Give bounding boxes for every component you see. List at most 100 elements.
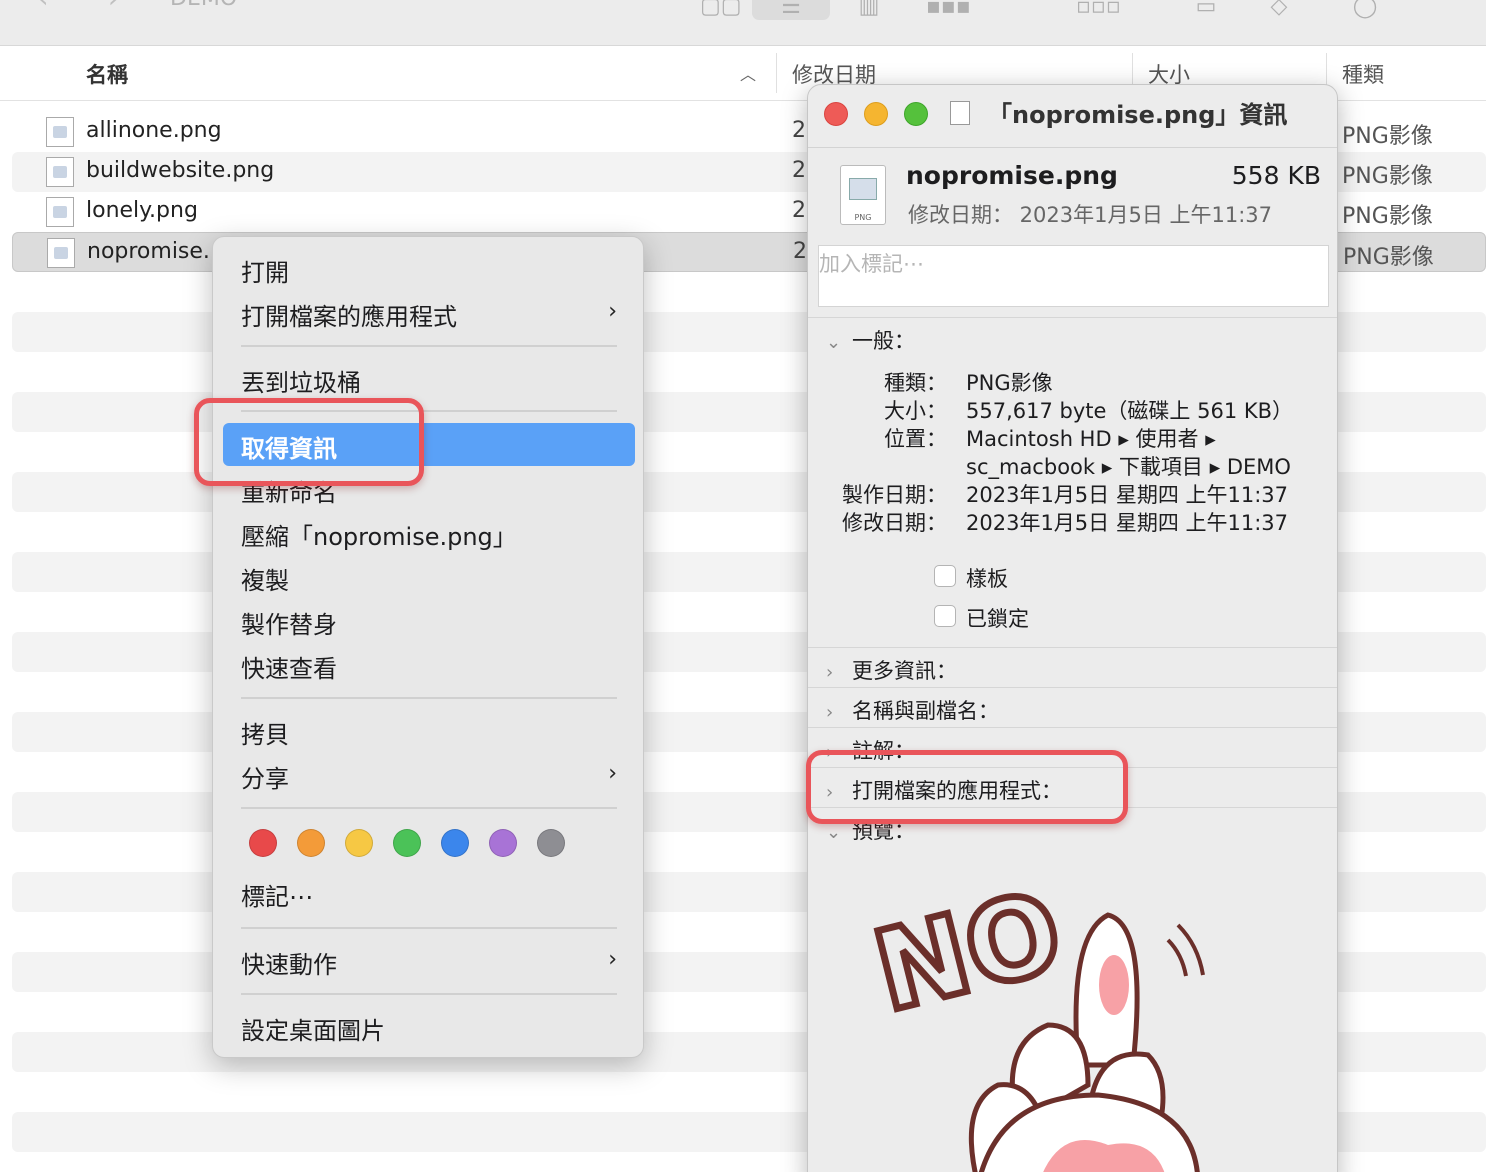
chevron-down-icon: ⌄ xyxy=(826,822,842,843)
section-name-extension[interactable]: › 名稱與副檔名： xyxy=(826,695,999,725)
list-view-icon[interactable]: ☰ xyxy=(752,0,830,20)
png-file-icon xyxy=(47,238,75,268)
icon-view-icon[interactable]: ▢▢ xyxy=(700,0,742,20)
chevron-right-icon: › xyxy=(826,702,834,723)
file-name: lonely.png xyxy=(86,198,198,223)
modified-label: 修改日期： xyxy=(842,511,947,535)
back-button[interactable]: ‹ xyxy=(38,0,48,14)
zoom-button[interactable] xyxy=(904,102,928,126)
menu-item-duplicate[interactable]: 複製 xyxy=(241,561,289,596)
forward-button[interactable]: › xyxy=(108,0,118,14)
preview-no-text: NO xyxy=(868,885,1074,1036)
chevron-right-icon: › xyxy=(608,947,617,972)
preview-illustration: NO xyxy=(859,864,1205,1172)
file-date: 2 xyxy=(793,239,807,264)
finder-toolbar: ‹ › DEMO ▢▢ ☰ ▥ ▪▪▪ ▫▫▫ ▭ ◇ ◯ xyxy=(0,0,1486,46)
icon-label: PNG xyxy=(854,213,872,222)
tag-gray[interactable] xyxy=(537,829,565,857)
menu-item-tags[interactable]: 標記⋯ xyxy=(241,877,313,912)
png-file-icon xyxy=(950,101,970,125)
section-more-info[interactable]: › 更多資訊： xyxy=(826,655,957,685)
file-name: buildwebsite.png xyxy=(86,158,275,183)
menu-item-quick-actions[interactable]: 快速動作 xyxy=(241,945,337,980)
menu-separator xyxy=(241,993,617,995)
column-name-header[interactable]: 名稱 xyxy=(86,59,128,89)
callout-highlight-open-with xyxy=(806,750,1128,824)
menu-item-copy[interactable]: 拷貝 xyxy=(241,715,289,750)
where-value: Macintosh HD ▸ 使用者 ▸ xyxy=(966,427,1216,451)
file-kind: PNG影像 xyxy=(1343,245,1434,270)
modified-value: 2023年1月5日 星期四 上午11:37 xyxy=(966,511,1289,535)
menu-item-make-alias[interactable]: 製作替身 xyxy=(241,605,337,640)
menu-item-open-with[interactable]: 打開檔案的應用程式 xyxy=(241,297,457,332)
locked-checkbox[interactable] xyxy=(934,605,956,627)
close-button[interactable] xyxy=(824,102,848,126)
png-file-icon xyxy=(46,117,74,147)
column-divider[interactable] xyxy=(776,53,777,93)
window-title: 「nopromise.png」資訊 xyxy=(988,101,1288,129)
tag-input[interactable]: 加入標記⋯ xyxy=(818,245,1329,307)
more-icon[interactable]: ◯ xyxy=(1348,0,1382,20)
section-general[interactable]: ⌄ 一般： xyxy=(826,325,915,355)
file-name: allinone.png xyxy=(86,118,222,143)
menu-separator xyxy=(241,927,617,929)
png-document-icon: PNG xyxy=(840,165,886,225)
menu-item-compress[interactable]: 壓縮「nopromise.png」 xyxy=(241,517,517,552)
divider xyxy=(808,147,1337,148)
file-date: 2 xyxy=(792,198,806,223)
png-file-icon xyxy=(46,197,74,227)
column-kind-header[interactable]: 種類 xyxy=(1342,59,1384,89)
tag-purple[interactable] xyxy=(489,829,517,857)
size-label: 大小： xyxy=(884,399,947,423)
preview-image: NO xyxy=(859,864,1288,1172)
size-value: 557,617 byte（磁碟上 561 KB） xyxy=(966,399,1294,423)
menu-item-quick-look[interactable]: 快速查看 xyxy=(241,649,337,684)
tag-green[interactable] xyxy=(393,829,421,857)
file-size: 558 KB xyxy=(1231,161,1321,190)
menu-item-open[interactable]: 打開 xyxy=(241,253,289,288)
menu-item-move-to-trash[interactable]: 丟到垃圾桶 xyxy=(241,363,361,398)
where-value-cont: sc_macbook ▸ 下載項目 ▸ DEMO xyxy=(966,455,1291,479)
file-kind: PNG影像 xyxy=(1342,164,1433,189)
where-label: 位置： xyxy=(884,427,947,451)
divider xyxy=(808,687,1337,688)
divider xyxy=(808,317,1337,318)
column-view-icon[interactable]: ▥ xyxy=(848,0,890,20)
menu-separator xyxy=(241,345,617,347)
tag-yellow[interactable] xyxy=(345,829,373,857)
share-icon[interactable]: ▭ xyxy=(1190,0,1222,20)
file-date: 2 xyxy=(792,118,806,143)
created-label: 製作日期： xyxy=(842,483,947,507)
kind-label: 種類： xyxy=(884,371,947,395)
gallery-view-icon[interactable]: ▪▪▪ xyxy=(926,0,971,20)
menu-separator xyxy=(241,807,617,809)
file-name: nopromise.png xyxy=(906,161,1118,190)
tag-orange[interactable] xyxy=(297,829,325,857)
file-kind: PNG影像 xyxy=(1342,204,1433,229)
modified-date: 修改日期： 2023年1月5日 上午11:37 xyxy=(908,203,1273,227)
chevron-right-icon: › xyxy=(826,662,834,683)
menu-item-share[interactable]: 分享 xyxy=(241,759,289,794)
created-value: 2023年1月5日 星期四 上午11:37 xyxy=(966,483,1289,507)
sort-ascending-icon: ︿ xyxy=(740,65,757,84)
tag-red[interactable] xyxy=(249,829,277,857)
locked-label: 已鎖定 xyxy=(966,607,1029,631)
window-title: DEMO xyxy=(170,0,237,11)
menu-item-set-desktop-picture[interactable]: 設定桌面圖片 xyxy=(241,1011,385,1046)
tag-icon[interactable]: ◇ xyxy=(1262,0,1296,20)
chevron-down-icon: ⌄ xyxy=(826,332,842,353)
minimize-button[interactable] xyxy=(864,102,888,126)
stationery-checkbox[interactable] xyxy=(934,565,956,587)
info-window: 「nopromise.png」資訊 PNG nopromise.png 558 … xyxy=(807,84,1338,1172)
stationery-label: 樣板 xyxy=(966,567,1008,591)
file-date: 2 xyxy=(792,158,806,183)
file-name: nopromise. xyxy=(87,239,210,264)
divider xyxy=(808,727,1337,728)
tag-blue[interactable] xyxy=(441,829,469,857)
file-kind: PNG影像 xyxy=(1342,124,1433,149)
chevron-right-icon: › xyxy=(608,299,617,324)
png-file-icon xyxy=(46,157,74,187)
group-icon[interactable]: ▫▫▫ xyxy=(1076,0,1121,20)
divider xyxy=(808,647,1337,648)
callout-highlight-get-info xyxy=(194,398,424,486)
